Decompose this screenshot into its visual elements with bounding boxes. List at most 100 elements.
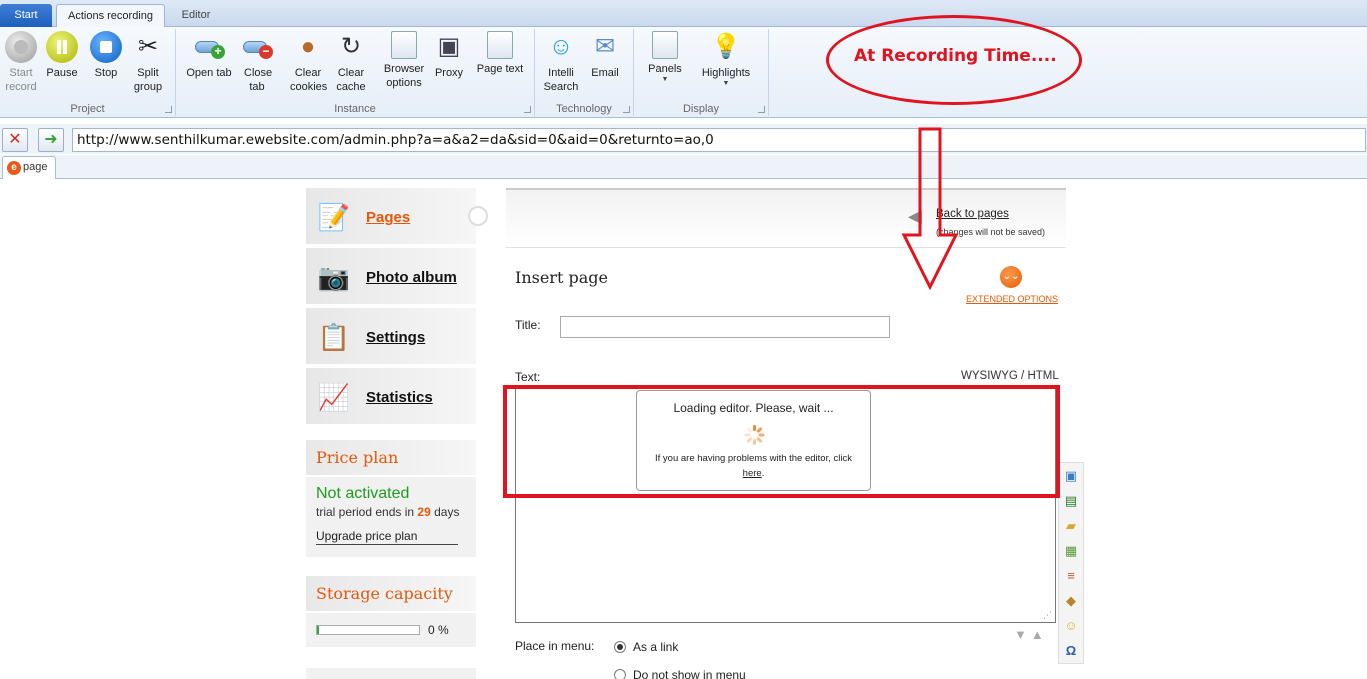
radio-as-link-label: As a link	[633, 640, 679, 654]
sidebar-item-settings[interactable]: 📋 Settings	[306, 308, 476, 366]
group-label-instance: Instance	[334, 103, 376, 115]
clear-cookies-button[interactable]: ● Clear cookies	[286, 31, 330, 94]
open-tab-icon: +	[193, 31, 225, 63]
highlights-button[interactable]: 💡 Highlights ▼	[698, 31, 754, 88]
browser-options-icon	[391, 31, 417, 59]
page-text-icon	[487, 31, 513, 59]
sidebar-item-statistics[interactable]: 📈 Statistics	[306, 368, 476, 426]
smiley-icon[interactable]: ☺	[1062, 617, 1080, 635]
lightbulb-icon: 💡	[711, 33, 741, 60]
sidebar-item-pages[interactable]: 📝 Pages	[306, 188, 488, 246]
scissors-icon: ✂	[137, 33, 159, 60]
cache-icon: ↻	[340, 33, 362, 60]
close-tab-icon: −	[241, 31, 273, 63]
browser-tab-page[interactable]: e page	[2, 156, 56, 179]
active-indicator	[468, 206, 488, 226]
group-technology: ☺ Intelli Search ✉ Email Technology	[535, 29, 634, 116]
instance-launcher-icon[interactable]	[524, 106, 531, 113]
map-icon[interactable]: ▦	[1062, 542, 1080, 560]
intelli-search-button[interactable]: ☺ Intelli Search	[541, 31, 581, 94]
close-icon: ✕	[8, 131, 22, 148]
radio-as-link[interactable]	[614, 641, 626, 653]
browser-tab-strip: e page	[0, 155, 1367, 179]
page-title: Insert page	[515, 268, 608, 287]
panels-button[interactable]: Panels ▼	[644, 31, 686, 84]
sidebar-item-photo-album[interactable]: 📷 Photo album	[306, 248, 476, 306]
ewebsite-logo-icon: e	[7, 161, 21, 175]
technology-launcher-icon[interactable]	[623, 106, 630, 113]
arrow-right-icon: ➜	[44, 131, 58, 148]
stop-button[interactable]: Stop	[88, 31, 124, 80]
folder-icon[interactable]: ▰	[1062, 517, 1080, 535]
pause-button[interactable]: Pause	[44, 31, 80, 80]
url-input[interactable]: http://www.senthilkumar.ewebsite.com/adm…	[72, 128, 1366, 152]
film-icon[interactable]: ▤	[1062, 492, 1080, 510]
ribbon: Start record Pause Stop ✂ Split group Pr…	[0, 27, 1367, 118]
record-icon	[5, 31, 37, 63]
page-text-button[interactable]: Page text	[472, 31, 528, 76]
title-input[interactable]	[560, 316, 890, 338]
stop-navigation-button[interactable]: ✕	[2, 128, 28, 152]
omega-icon[interactable]: Ω	[1062, 642, 1080, 660]
storage-percent: 0 %	[428, 623, 449, 637]
chart-icon: 📈	[317, 382, 351, 412]
plugin-icon[interactable]: ◆	[1062, 592, 1080, 610]
tab-actions-recording[interactable]: Actions recording	[56, 4, 165, 27]
split-group-button[interactable]: ✂ Split group	[130, 31, 166, 94]
price-plan-title: Price plan	[306, 440, 476, 477]
place-in-menu-label: Place in menu:	[515, 639, 595, 653]
image-icon[interactable]: ▣	[1062, 467, 1080, 485]
editor-side-toolbar: ▣ ▤ ▰ ▦ ≡ ◆ ☺ Ω	[1058, 462, 1084, 664]
annotation-highlight-box	[503, 385, 1060, 498]
storage-title: Storage capacity	[306, 576, 476, 613]
plan-status: Not activated	[316, 485, 410, 502]
storage-progress-fill	[317, 626, 320, 634]
pages-icon: 📝	[317, 202, 351, 232]
highlights-dropdown-icon: ▼	[722, 80, 730, 87]
extended-options-link[interactable]: EXTENDED OPTIONS	[966, 294, 1058, 304]
browser-options-button[interactable]: Browser options	[380, 31, 428, 90]
radio-do-not-show[interactable]	[614, 669, 626, 679]
move-arrows: ▼▲	[1014, 627, 1048, 642]
intelli-search-icon: ☺	[548, 33, 574, 60]
browser-tab-label: page	[23, 161, 48, 173]
next-box	[306, 668, 476, 679]
document-icon[interactable]: ≡	[1062, 567, 1080, 585]
email-button[interactable]: ✉ Email	[587, 31, 623, 80]
group-label-display: Display	[682, 103, 720, 115]
group-instance: + Open tab − Close tab ● Clear cookies ↻…	[176, 29, 535, 116]
panels-dropdown-icon: ▼	[661, 76, 669, 83]
display-launcher-icon[interactable]	[758, 106, 765, 113]
tab-start[interactable]: Start	[0, 4, 52, 27]
cookie-icon: ●	[300, 33, 316, 60]
text-label: Text:	[515, 370, 541, 384]
group-label-technology: Technology	[556, 103, 612, 115]
annotation-arrow	[901, 127, 959, 290]
camera-icon: 📷	[317, 262, 351, 292]
go-button[interactable]: ➜	[38, 128, 64, 152]
storage-box: Storage capacity 0 %	[306, 576, 476, 647]
clear-cache-button[interactable]: ↻ Clear cache	[332, 31, 370, 94]
wysiwyg-html-toggle[interactable]: WYSIWYG / HTML	[961, 370, 1059, 382]
tab-editor[interactable]: Editor	[168, 4, 224, 27]
project-launcher-icon[interactable]	[165, 106, 172, 113]
close-tab-button[interactable]: − Close tab	[238, 31, 276, 94]
open-tab-button[interactable]: + Open tab	[184, 31, 234, 80]
checklist-icon: 📋	[317, 322, 351, 352]
radio-do-not-show-label: Do not show in menu	[633, 668, 746, 679]
email-icon: ✉	[594, 33, 616, 60]
arrow-up-icon[interactable]: ▲	[1031, 627, 1048, 642]
resize-grip-icon[interactable]: ⋰	[1043, 610, 1053, 620]
stop-icon	[90, 31, 122, 63]
annotation-text: At Recording Time....	[854, 46, 1057, 66]
arrow-down-icon[interactable]: ▼	[1014, 627, 1031, 642]
panels-icon	[652, 31, 678, 59]
proxy-button[interactable]: ▣ Proxy	[432, 31, 466, 80]
upgrade-link[interactable]: Upgrade price plan	[316, 529, 458, 545]
group-display: Panels ▼ 💡 Highlights ▼ Display	[634, 29, 769, 116]
start-record-button[interactable]: Start record	[4, 31, 38, 94]
chevron-down-icon[interactable]: ⌄⌄	[1000, 266, 1022, 288]
pause-icon	[46, 31, 78, 63]
title-label: Title:	[515, 318, 541, 332]
storage-progress-bar	[316, 625, 420, 635]
